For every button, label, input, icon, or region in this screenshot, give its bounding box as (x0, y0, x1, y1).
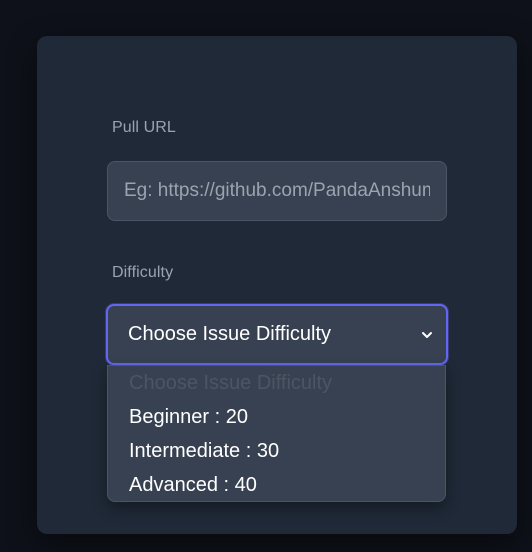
difficulty-dropdown-list: Choose Issue Difficulty Beginner : 20 In… (107, 365, 446, 502)
difficulty-option-intermediate[interactable]: Intermediate : 30 (129, 440, 279, 463)
difficulty-option-beginner[interactable]: Beginner : 20 (129, 406, 248, 429)
difficulty-option-placeholder: Choose Issue Difficulty (129, 372, 333, 394)
pull-url-label: Pull URL (112, 119, 176, 136)
difficulty-select[interactable]: Choose Issue Difficulty (106, 304, 448, 365)
difficulty-label: Difficulty (112, 264, 174, 281)
difficulty-option-advanced[interactable]: Advanced : 40 (129, 474, 257, 497)
difficulty-selected-value: Choose Issue Difficulty (128, 323, 332, 345)
chevron-down-icon (420, 328, 434, 342)
pull-url-input[interactable] (107, 161, 447, 221)
